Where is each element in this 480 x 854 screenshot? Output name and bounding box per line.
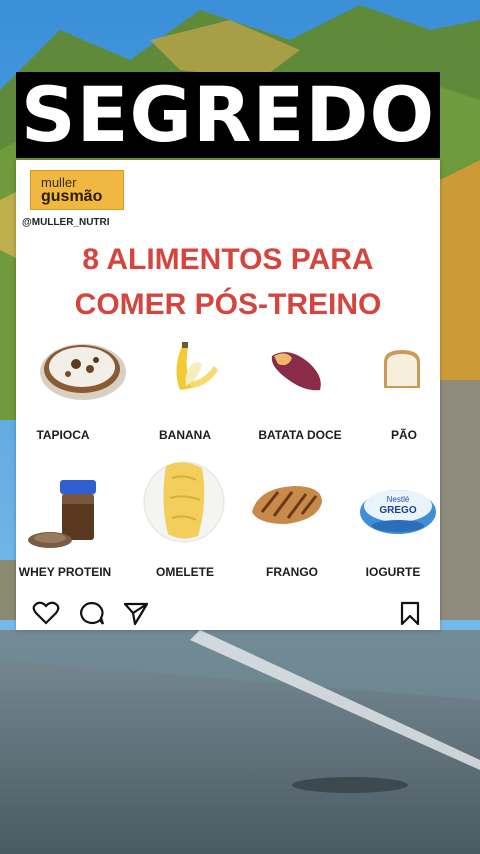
food-label-iogurte: IOGURTE (365, 565, 421, 579)
sweet-potato-icon (271, 352, 321, 391)
account-handle: @MULLER_NUTRI (22, 217, 110, 228)
food-label-omelete: OMELETE (155, 565, 214, 579)
yogurt-brand: Nestlé (387, 495, 410, 504)
post-action-bar (16, 600, 440, 630)
heart-icon[interactable] (32, 600, 60, 626)
food-label-frango: FRANGO (266, 565, 318, 579)
comment-icon[interactable] (78, 600, 106, 626)
food-label-whey-protein: WHEY PROTEIN (18, 565, 112, 579)
chicken-icon (252, 486, 322, 524)
headline-line1: 8 ALIMENTOS PARA (82, 243, 374, 276)
banana-icon (176, 342, 218, 390)
send-icon[interactable] (122, 600, 150, 626)
food-label-tapioca: TAPIOCA (36, 428, 90, 442)
food-label-banana: BANANA (159, 428, 211, 442)
food-label-batata-doce: BATATA DOCE (258, 428, 342, 442)
title-banner: SEGREDO (16, 72, 440, 158)
brand-line2: gusmão (41, 187, 103, 205)
brand-logo: muller gusmão (30, 170, 124, 210)
tapioca-icon (40, 344, 126, 400)
brand-line1: muller (41, 174, 77, 190)
food-label-pao: PÃO (390, 428, 417, 442)
yogurt-name: GREGO (379, 505, 416, 516)
bookmark-icon[interactable] (398, 600, 422, 626)
whey-protein-icon (28, 480, 96, 548)
headline-line2: COMER PÓS-TREINO (74, 288, 382, 321)
yogurt-icon: Nestlé GREGO (360, 490, 436, 534)
bread-icon (384, 350, 420, 388)
post-card[interactable]: muller gusmão @MULLER_NUTRI 8 ALIMENTOS … (16, 160, 440, 630)
overlay-title: SEGREDO (20, 70, 436, 159)
omelette-icon (143, 461, 225, 543)
